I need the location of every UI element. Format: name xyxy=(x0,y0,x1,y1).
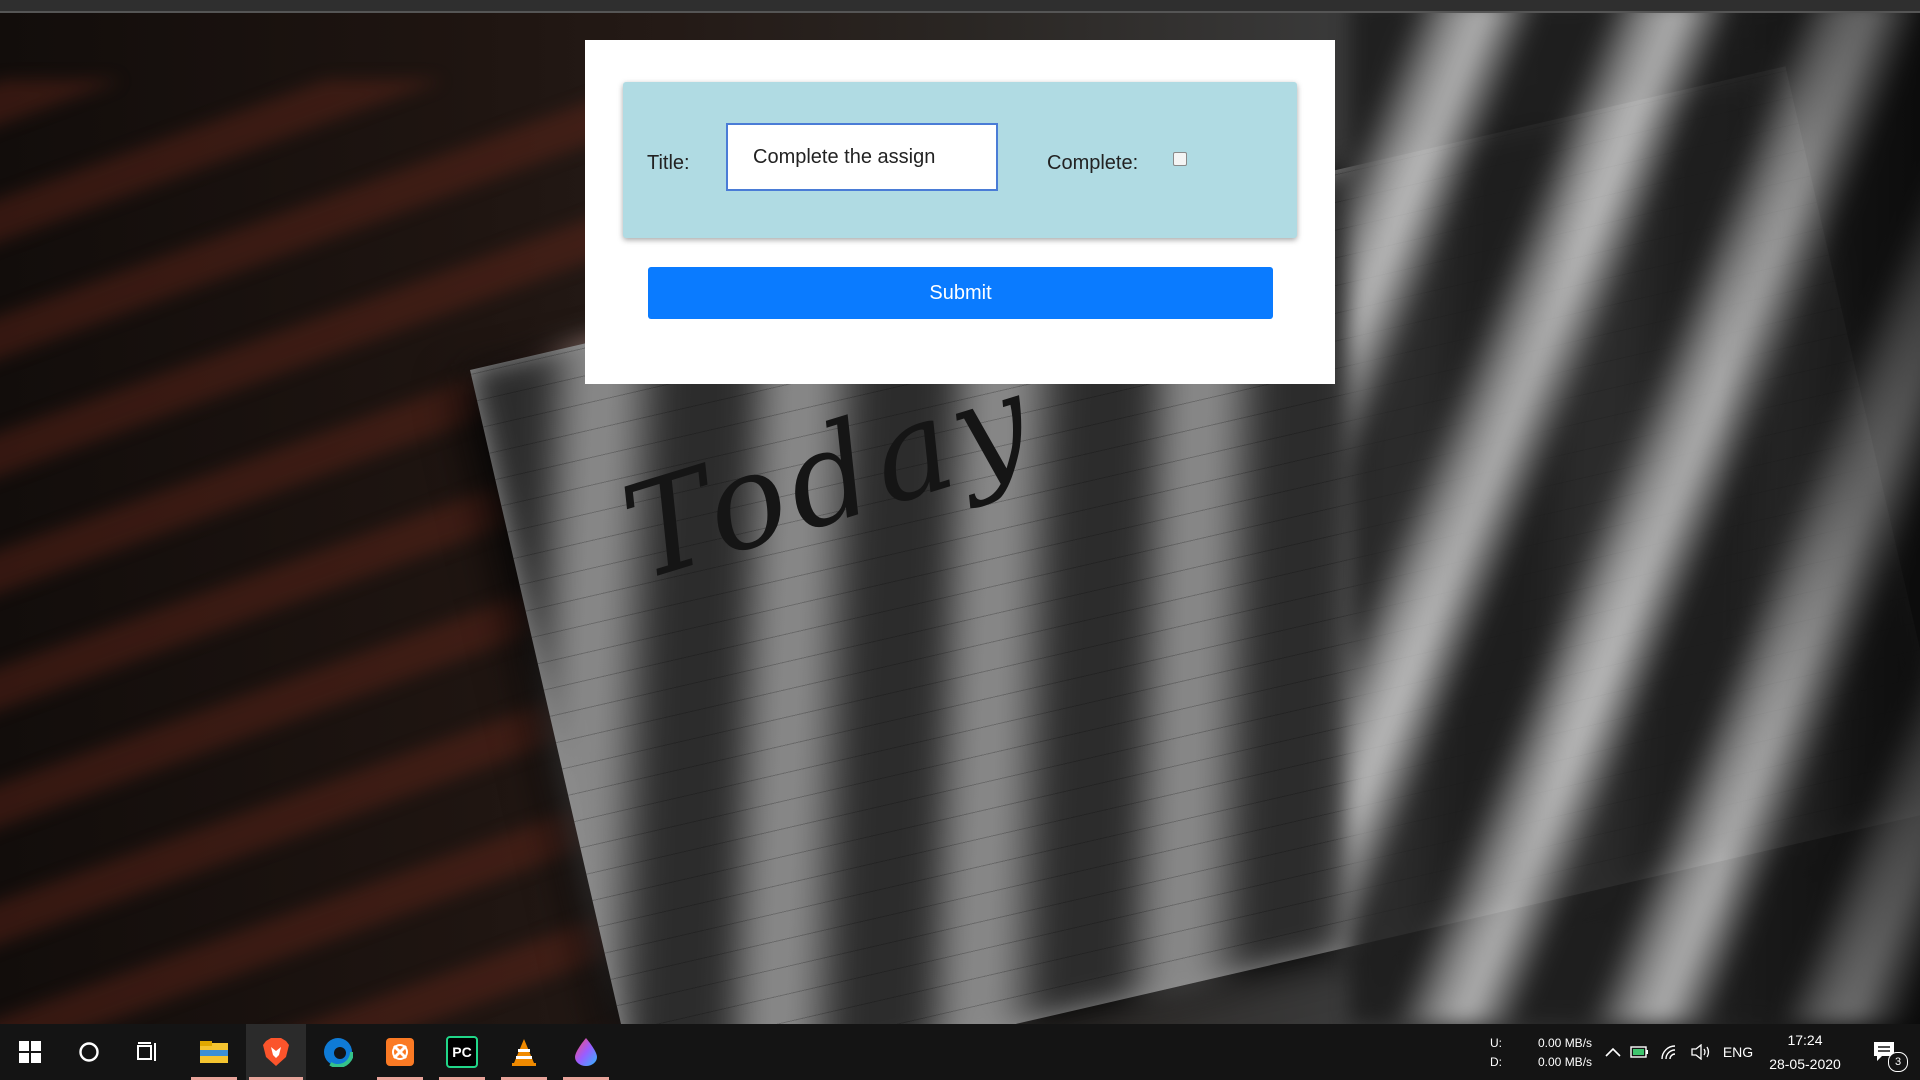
clock-date: 28-05-2020 xyxy=(1769,1056,1841,1072)
task-view-button[interactable] xyxy=(118,1024,178,1080)
taskbar-clock[interactable]: 17:24 28-05-2020 xyxy=(1760,1024,1850,1080)
xampp-icon xyxy=(386,1038,414,1066)
taskbar-app-brave[interactable] xyxy=(246,1024,306,1080)
taskbar-app-edge[interactable] xyxy=(312,1024,364,1080)
vlc-icon xyxy=(512,1039,536,1066)
chevron-up-icon xyxy=(1605,1047,1621,1057)
windows-taskbar: PC U: D: 0.00 MB/s 0.00 MB/s ENG 17:24 2… xyxy=(0,1024,1920,1080)
action-center-button[interactable]: 3 xyxy=(1862,1024,1908,1080)
brave-browser-icon xyxy=(263,1038,289,1066)
taskbar-app-color[interactable] xyxy=(560,1024,612,1080)
upload-speed: 0.00 MB/s xyxy=(1538,1036,1593,1050)
windows-logo-icon xyxy=(19,1041,41,1063)
submit-button[interactable]: Submit xyxy=(648,267,1273,319)
title-label: Title: xyxy=(647,152,690,174)
battery-tray-button[interactable] xyxy=(1628,1024,1652,1080)
cortana-circle-icon xyxy=(79,1042,99,1062)
complete-checkbox[interactable] xyxy=(1173,152,1187,166)
download-label: D: xyxy=(1490,1055,1502,1069)
form-input-panel: Title: Complete: xyxy=(623,82,1297,238)
color-app-icon xyxy=(575,1038,597,1066)
file-explorer-icon xyxy=(200,1041,228,1063)
upload-label: U: xyxy=(1490,1036,1502,1050)
speaker-icon xyxy=(1691,1044,1710,1060)
cortana-search-button[interactable] xyxy=(60,1024,118,1080)
window-top-edge xyxy=(0,0,1920,13)
complete-label: Complete: xyxy=(1047,152,1139,174)
title-input[interactable] xyxy=(726,123,998,191)
todo-form-card: Title: Complete: Submit xyxy=(585,40,1335,384)
taskbar-app-file-explorer[interactable] xyxy=(188,1024,240,1080)
download-speed: 0.00 MB/s xyxy=(1538,1055,1593,1069)
volume-tray-button[interactable] xyxy=(1688,1024,1714,1080)
wifi-tray-button[interactable] xyxy=(1658,1024,1682,1080)
taskbar-app-xampp[interactable] xyxy=(374,1024,426,1080)
clock-time: 17:24 xyxy=(1787,1032,1823,1048)
taskbar-app-pycharm[interactable]: PC xyxy=(436,1024,488,1080)
start-button[interactable] xyxy=(0,1024,60,1080)
task-view-icon xyxy=(137,1042,156,1061)
pycharm-icon: PC xyxy=(446,1036,478,1068)
battery-icon xyxy=(1630,1046,1648,1058)
wifi-icon xyxy=(1661,1045,1676,1060)
input-language[interactable]: ENG xyxy=(1718,1024,1758,1080)
edge-browser-icon xyxy=(323,1037,353,1067)
show-hidden-icons-button[interactable] xyxy=(1602,1024,1624,1080)
network-speed-meter: U: D: 0.00 MB/s 0.00 MB/s xyxy=(1488,1024,1598,1080)
notification-count-badge: 3 xyxy=(1888,1052,1908,1072)
taskbar-app-vlc[interactable] xyxy=(498,1024,550,1080)
